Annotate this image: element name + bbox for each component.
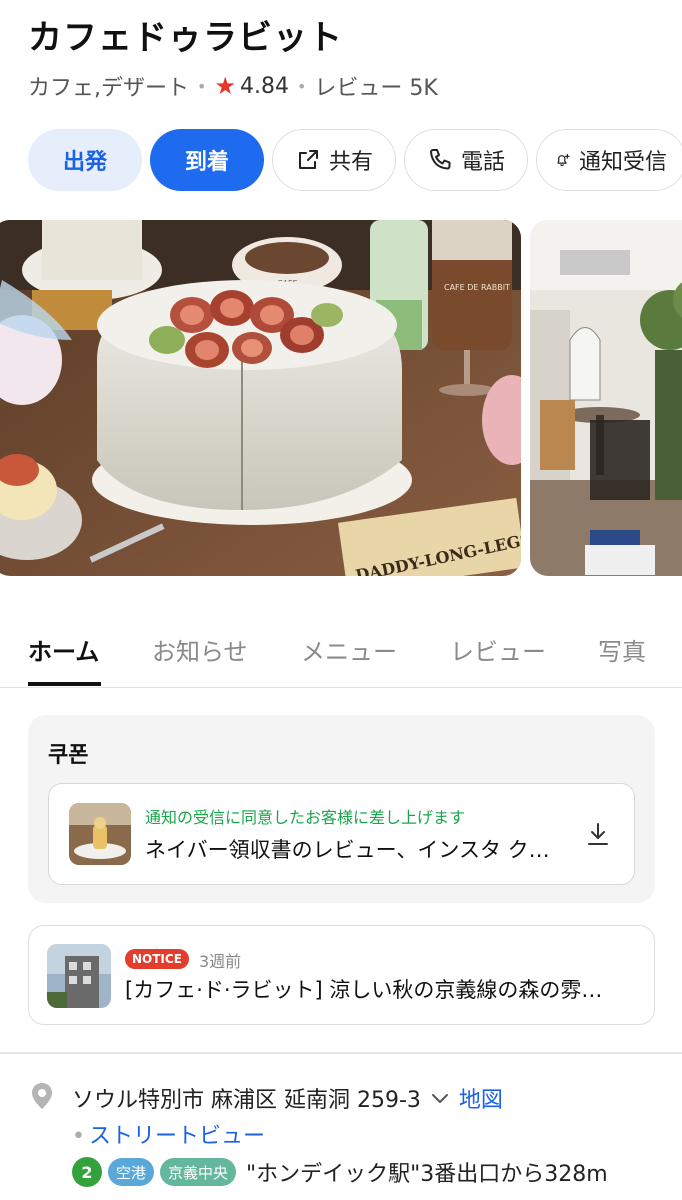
notice-time: 3週前 [199,952,242,971]
call-label: 電話 [460,150,505,175]
cake-photo[interactable]: CAFE CAFE DE RABBIT [0,220,521,576]
map-link[interactable]: 地図 [459,1082,503,1114]
action-bar: 出発 到着 共有 電話 通知受信 [28,129,682,191]
place-title: カフェドゥラビット [28,18,343,58]
share-label: 共有 [328,150,373,175]
location-pin-icon [32,1083,52,1109]
download-icon[interactable] [584,820,612,848]
notify-label: 通知受信 [578,150,667,175]
active-tab-indicator [28,682,101,686]
place-category: カフェ,デザート [28,76,189,101]
transit-row: 2 空港 京義中央 "ホンデイック駅"3番出口から328m [72,1156,608,1188]
interior-photo[interactable] [530,220,682,576]
call-button[interactable]: 電話 [404,129,528,191]
arrive-button[interactable]: 到着 [150,129,264,191]
tab-notices[interactable]: お知らせ [152,632,248,667]
address-row: ソウル特別市 麻浦区 延南洞 259-3 地図 [72,1082,503,1114]
separator-dot: • [296,76,307,96]
coupon-card[interactable]: 通知の受信に同意したお客様に差し上げます ネイバー領収書のレビュー、インスタ ク… [48,783,635,885]
chevron-down-icon[interactable] [429,1087,451,1109]
tab-home[interactable]: ホーム [28,632,99,667]
notify-button[interactable]: 通知受信 [536,129,682,191]
coupon-eligibility-text: 通知の受信に同意したお客様に差し上げます [145,808,466,827]
airport-line-tag: 空港 [108,1158,155,1186]
coupon-thumbnail [69,803,131,865]
place-meta: カフェ,デザート • ★ 4.84 • レビュー 5K [28,70,438,102]
subway-line-badge: 2 [72,1157,102,1187]
tab-menu[interactable]: メニュー [301,632,397,667]
gyeongui-line-tag: 京義中央 [160,1158,237,1186]
street-view-link[interactable]: ストリートビュー [89,1124,265,1149]
share-button[interactable]: 共有 [272,129,396,191]
section-divider [0,1052,682,1054]
depart-button[interactable]: 出発 [28,129,142,191]
review-count-link[interactable]: レビュー 5K [314,70,437,102]
photo-carousel[interactable]: CAFE CAFE DE RABBIT [0,220,682,576]
bell-plus-icon [557,153,570,167]
notice-thumbnail [47,944,111,1008]
phone-icon [429,149,451,170]
tab-reviews[interactable]: レビュー [450,632,546,667]
coupon-title: 쿠폰 [48,743,89,768]
glass-text: CAFE DE RABBIT [444,283,510,292]
tab-bar: ホーム お知らせ メニュー レビュー 写真 [0,614,682,688]
coupon-description: ネイバー領収書のレビュー、インスタ ク… [145,838,550,862]
notice-badge: NOTICE [125,949,189,969]
place-rating: 4.84 [239,73,289,99]
address-text: ソウル特別市 麻浦区 延南洞 259-3 [72,1088,421,1113]
street-view-row: • ストリートビュー [72,1118,265,1150]
transit-directions: "ホンデイック駅"3番出口から328m [246,1162,608,1187]
tab-photos[interactable]: 写真 [598,632,646,667]
separator-dot: • [72,1124,85,1149]
separator-dot: • [197,76,207,96]
share-icon [298,150,318,169]
notice-text: [カフェ·ド·ラビット] 涼しい秋の京義線の森の雰… [125,978,603,1002]
coupon-section: 쿠폰 通知の受信に同意したお客様に差し上げます ネイバー領収書のレビュー、インス… [28,715,655,903]
notice-card[interactable]: NOTICE 3週前 [カフェ·ド·ラビット] 涼しい秋の京義線の森の雰… [28,925,655,1025]
star-icon: ★ [214,72,236,100]
